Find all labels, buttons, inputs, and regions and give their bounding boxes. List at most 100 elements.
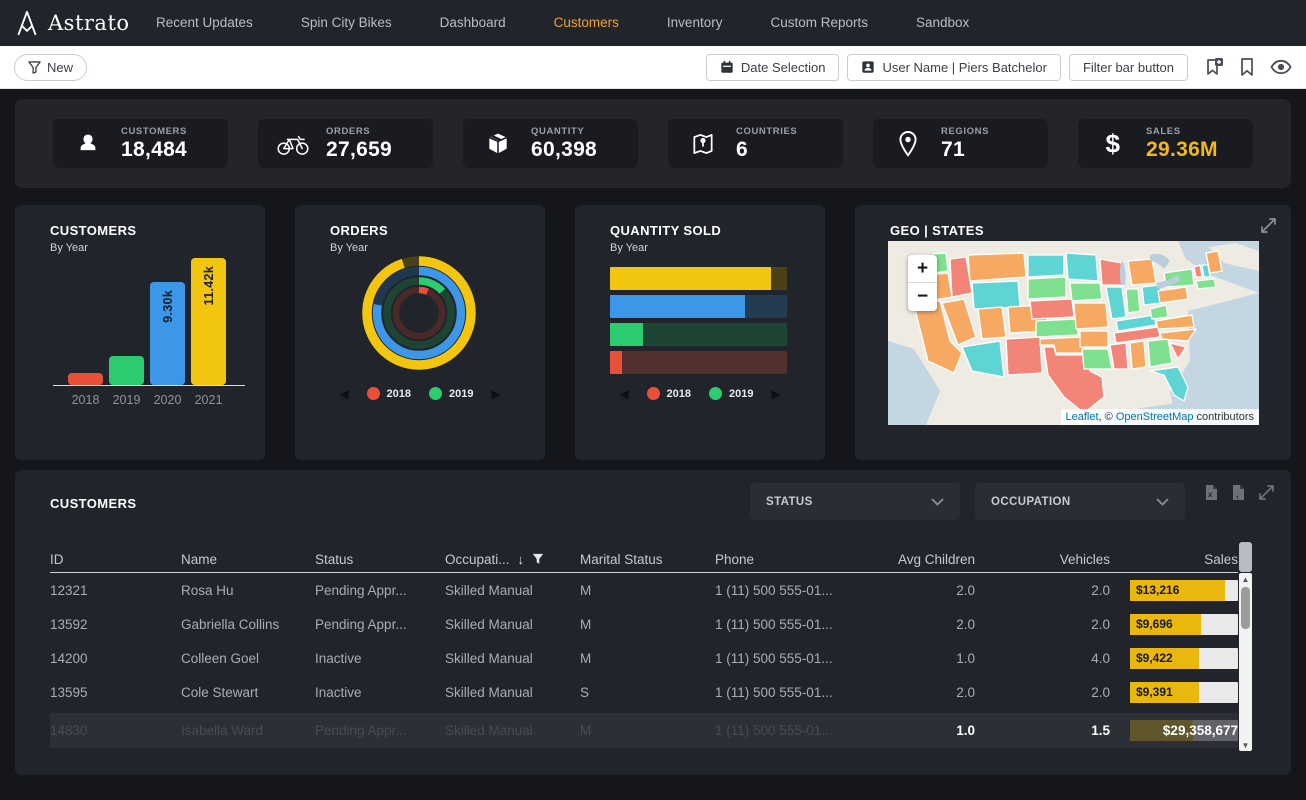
nav-item-custom-reports[interactable]: Custom Reports: [746, 0, 892, 46]
x-axis-line: [53, 385, 245, 386]
col-header-avg-children[interactable]: Avg Children: [865, 552, 975, 567]
kpi-value: 60,398: [531, 138, 597, 162]
nav-item-inventory[interactable]: Inventory: [643, 0, 747, 46]
nav-item-spin-city-bikes[interactable]: Spin City Bikes: [277, 0, 416, 46]
export-excel-icon[interactable]: x: [1204, 484, 1219, 501]
legend-dot: [709, 387, 722, 400]
col-header-marital-status[interactable]: Marital Status: [580, 552, 715, 567]
cell-avg-children: 2.0: [865, 583, 975, 598]
col-header-status[interactable]: Status: [315, 552, 445, 567]
table-action-icons: x ,: [1204, 484, 1275, 501]
nav-item-recent-updates[interactable]: Recent Updates: [132, 0, 277, 46]
user-badge-icon: [861, 60, 875, 74]
col-header-occupati[interactable]: Occupati...↓: [445, 552, 580, 567]
legend-prev-arrow[interactable]: ◀: [339, 388, 348, 400]
nav-item-dashboard[interactable]: Dashboard: [416, 0, 530, 46]
bar-value-label: 9.30k: [161, 290, 175, 323]
cell-vehicles: 4.0: [975, 651, 1110, 666]
dropdown-label: STATUS: [766, 496, 813, 508]
cell-vehicles: 2.0: [975, 685, 1110, 700]
sales-bar-value: $13,216: [1136, 583, 1179, 597]
cell-marital-status: M: [580, 651, 715, 666]
scroll-up-arrow[interactable]: ▲: [1239, 573, 1252, 585]
nav-item-sandbox[interactable]: Sandbox: [892, 0, 993, 46]
x-axis-label: 2019: [109, 393, 144, 407]
map-zoom-out-button[interactable]: −: [908, 283, 937, 311]
table-row[interactable]: 14200Colleen GoelInactiveSkilled ManualM…: [50, 641, 1238, 675]
panel-title: GEO | STATES: [890, 223, 984, 238]
kpi-card-regions: REGIONS71: [873, 119, 1048, 168]
filter-icon: [28, 61, 41, 74]
panel-title: CUSTOMERS: [50, 496, 136, 511]
col-header-sales[interactable]: Sales: [1110, 552, 1238, 567]
bar-2019[interactable]: [109, 356, 144, 385]
date-selection-button[interactable]: Date Selection: [706, 54, 840, 81]
nav-item-customers[interactable]: Customers: [530, 0, 643, 46]
new-filter-button[interactable]: New: [14, 54, 87, 81]
leaflet-link[interactable]: Leaflet: [1066, 411, 1099, 423]
export-csv-icon[interactable]: ,: [1231, 484, 1246, 501]
hidden-row-cell: 14830: [50, 723, 181, 738]
occupation-filter-dropdown[interactable]: OCCUPATION: [975, 483, 1185, 520]
kpi-card-customers: CUSTOMERS18,484: [53, 119, 228, 168]
legend-next-arrow[interactable]: ▶: [771, 388, 780, 400]
brand[interactable]: Astrato: [0, 9, 132, 37]
map-zoom-in-button[interactable]: +: [908, 255, 937, 283]
bar-2020[interactable]: 9.30k: [150, 282, 185, 385]
table-row[interactable]: 12321Rosa HuPending Appr...Skilled Manua…: [50, 573, 1238, 607]
col-header-phone[interactable]: Phone: [715, 552, 865, 567]
column-filter-icon[interactable]: [532, 553, 544, 565]
col-header-id[interactable]: ID: [50, 552, 181, 567]
svg-text:,: ,: [1236, 489, 1239, 499]
expand-icon[interactable]: [1258, 484, 1275, 501]
hbar-2021[interactable]: [610, 267, 787, 290]
legend-prev-arrow[interactable]: ◀: [619, 388, 628, 400]
leaflet-map[interactable]: + − Leaflet, © OpenStreetMap contributor…: [888, 241, 1259, 425]
svg-text:$: $: [1106, 130, 1121, 158]
chart-legend: ◀20182019▶: [575, 387, 825, 400]
osm-link[interactable]: OpenStreetMap: [1116, 411, 1194, 423]
bookmark-icon[interactable]: [1238, 57, 1256, 77]
bar-2021[interactable]: 11.42k: [191, 258, 226, 385]
hbar-2018[interactable]: [610, 351, 787, 374]
kpi-card-countries: COUNTRIES6: [668, 119, 843, 168]
table-header-row: IDNameStatusOccupati...↓Marital StatusPh…: [50, 546, 1238, 573]
scroll-down-arrow[interactable]: ▼: [1239, 739, 1252, 751]
calendar-icon: [720, 60, 734, 74]
hbar-2020[interactable]: [610, 295, 787, 318]
cell-avg-children: 2.0: [865, 685, 975, 700]
scrollbar-thumb[interactable]: [1241, 587, 1250, 629]
astrato-logo-icon: [14, 9, 40, 37]
col-header-name[interactable]: Name: [181, 552, 315, 567]
cell-avg-children: 2.0: [865, 617, 975, 632]
bookmark-add-icon[interactable]: [1204, 57, 1224, 77]
user-name-button[interactable]: User Name | Piers Batchelor: [847, 54, 1061, 81]
toolbar-right: Date Selection User Name | Piers Batchel…: [706, 54, 1306, 81]
filter-toolbar: New Date Selection User Name | Piers Bat…: [0, 46, 1306, 89]
legend-item-2019: 2019: [429, 387, 473, 400]
hidden-row-cell: Skilled Manual: [445, 723, 580, 738]
user-name-label: User Name | Piers Batchelor: [882, 60, 1047, 75]
legend-next-arrow[interactable]: ▶: [491, 388, 500, 400]
hbar-2019[interactable]: [610, 323, 787, 346]
status-filter-dropdown[interactable]: STATUS: [750, 483, 960, 520]
chevron-down-icon: [931, 498, 944, 506]
donut-arc-2021[interactable]: [367, 261, 471, 365]
bar-2018[interactable]: [68, 373, 103, 385]
filter-bar-button[interactable]: Filter bar button: [1069, 54, 1188, 81]
table-row[interactable]: 13592Gabriella CollinsPending Appr...Ski…: [50, 607, 1238, 641]
cell-id: 13592: [50, 617, 181, 632]
cell-occupati: Skilled Manual: [445, 651, 580, 666]
col-header-vehicles[interactable]: Vehicles: [975, 552, 1110, 567]
x-axis-label: 2018: [68, 393, 103, 407]
sort-desc-icon[interactable]: ↓: [518, 552, 525, 567]
expand-icon[interactable]: [1260, 217, 1277, 234]
table-row[interactable]: 13595Cole StewartInactiveSkilled ManualS…: [50, 675, 1238, 709]
legend-label: 2018: [667, 388, 691, 400]
customers-by-year-panel: CUSTOMERS By Year 201820199.30k202011.42…: [15, 205, 265, 460]
table-scrollbar[interactable]: ▲ ▼: [1239, 573, 1252, 751]
eye-icon[interactable]: [1270, 59, 1292, 75]
totals-avg-children: 1.0: [865, 723, 975, 738]
legend-label: 2018: [387, 388, 411, 400]
sales-bar: $9,422: [1130, 648, 1238, 669]
